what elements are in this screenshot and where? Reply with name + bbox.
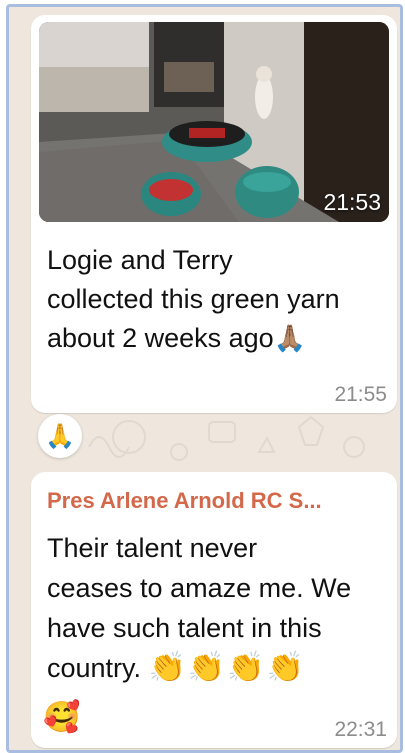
image-message-bubble[interactable]: 21:53 Logie and Terry collected this gre… (31, 15, 397, 413)
clapping-hands-emoji: 👏👏👏👏 (148, 651, 306, 684)
message-text: Their talent never ceases to amaze me. W… (47, 528, 387, 688)
caption-line: Logie and Terry (47, 245, 233, 275)
sender-name[interactable]: Pres Arlene Arnold RC S... (47, 488, 322, 514)
message-timestamp: 22:31 (334, 718, 387, 741)
message-line: country. 👏👏👏👏 (47, 648, 387, 688)
message-line: ceases to amaze me. We (47, 573, 352, 603)
message-timestamp: 21:55 (334, 383, 387, 406)
chat-window: 21:53 Logie and Terry collected this gre… (6, 4, 403, 753)
folded-hands-emoji: 🙏🏽 (273, 323, 307, 353)
message-line: have such talent in this (47, 613, 322, 643)
message-photo[interactable]: 21:53 (39, 22, 389, 222)
caption-line: about 2 weeks ago🙏🏽 (47, 319, 387, 358)
image-caption: Logie and Terry collected this green yar… (47, 241, 387, 358)
smiling-face-with-hearts-emoji: 🥰 (43, 701, 81, 734)
image-timestamp: 21:53 (323, 189, 381, 215)
reaction-badge[interactable]: 🙏 (38, 414, 82, 458)
folded-hands-icon: 🙏 (45, 422, 75, 450)
message-text-end: country. (47, 653, 142, 683)
caption-text: about 2 weeks ago (47, 323, 274, 353)
message-line: Their talent never (47, 533, 258, 563)
caption-line: collected this green yarn (47, 284, 340, 314)
text-message-bubble[interactable]: Pres Arlene Arnold RC S... Their talent … (31, 472, 397, 748)
